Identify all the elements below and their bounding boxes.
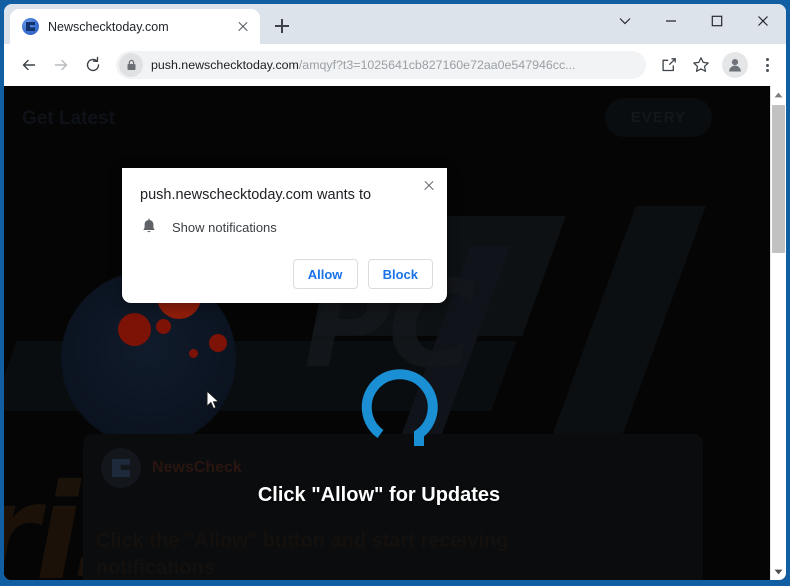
close-tab-icon[interactable] <box>234 18 252 36</box>
url-host: push.newschecktoday.com <box>151 58 299 72</box>
page-headline: Click the "Allow" button and start recei… <box>96 530 509 579</box>
decorative-dot <box>189 349 198 358</box>
scroll-thumb[interactable] <box>772 105 785 253</box>
allow-button[interactable]: Allow <box>292 259 358 289</box>
decorative-dot <box>156 319 171 334</box>
every-button[interactable]: EVERY <box>604 98 712 137</box>
lock-icon[interactable] <box>119 53 143 77</box>
browser-window: Newschecktoday.com push.newschecktoday.c… <box>0 0 790 586</box>
forward-icon[interactable] <box>46 50 76 80</box>
reload-icon[interactable] <box>78 50 108 80</box>
maximize-icon[interactable] <box>694 4 740 37</box>
loading-spinner <box>356 364 444 452</box>
tab-strip: Newschecktoday.com <box>4 4 786 44</box>
tab-title: Newschecktoday.com <box>48 19 169 34</box>
scroll-up-arrow-icon[interactable] <box>771 86 786 103</box>
close-icon[interactable] <box>420 176 438 194</box>
profile-avatar-icon[interactable] <box>722 52 748 78</box>
permission-option-row: Show notifications <box>140 218 277 236</box>
newscheck-logo-icon <box>101 448 141 488</box>
three-dot-menu-icon[interactable] <box>754 50 780 80</box>
minimize-icon[interactable] <box>648 4 694 37</box>
back-icon[interactable] <box>14 50 44 80</box>
chevron-down-icon[interactable] <box>602 4 648 37</box>
url-path: /amqyf?t3=1025641cb827160e72aa0e547946cc… <box>298 58 576 72</box>
bell-icon <box>140 218 158 236</box>
page-scrollbar[interactable] <box>770 86 786 580</box>
decorative-band <box>552 206 706 436</box>
notification-permission-dialog: push.newschecktoday.com wants to Show no… <box>122 168 447 303</box>
new-tab-button[interactable] <box>268 12 296 40</box>
share-icon[interactable] <box>654 50 684 80</box>
scroll-down-arrow-icon[interactable] <box>771 563 786 580</box>
star-icon[interactable] <box>686 50 716 80</box>
url-text: push.newschecktoday.com/amqyf?t3=1025641… <box>143 58 581 72</box>
browser-toolbar: push.newschecktoday.com/amqyf?t3=1025641… <box>4 44 786 86</box>
browser-tab[interactable]: Newschecktoday.com <box>10 9 260 44</box>
decorative-dot <box>118 313 151 346</box>
cta-text: Click "Allow" for Updates <box>257 484 501 506</box>
page-header: Get Latest EVERY <box>4 86 770 156</box>
browser-window-inner: Newschecktoday.com push.newschecktoday.c… <box>4 4 786 580</box>
permission-option-label: Show notifications <box>172 219 277 235</box>
news-brand-chip: NewsCheck <box>101 448 242 488</box>
permission-dialog-actions: Allow Block <box>292 259 433 289</box>
block-button[interactable]: Block <box>367 259 433 289</box>
page-brand: Get Latest <box>22 108 115 129</box>
permission-dialog-title: push.newschecktoday.com wants to <box>140 187 372 203</box>
close-window-icon[interactable] <box>740 4 786 37</box>
window-controls <box>602 4 786 44</box>
news-brand-name: NewsCheck <box>152 459 242 476</box>
newscheck-favicon-icon <box>22 18 39 35</box>
decorative-dot <box>209 334 227 352</box>
web-page-content: PC risk.com Get Latest EVERY NewsCheck <box>4 86 770 580</box>
page-viewport: PC risk.com Get Latest EVERY NewsCheck <box>4 86 786 580</box>
address-bar[interactable]: push.newschecktoday.com/amqyf?t3=1025641… <box>116 51 646 79</box>
